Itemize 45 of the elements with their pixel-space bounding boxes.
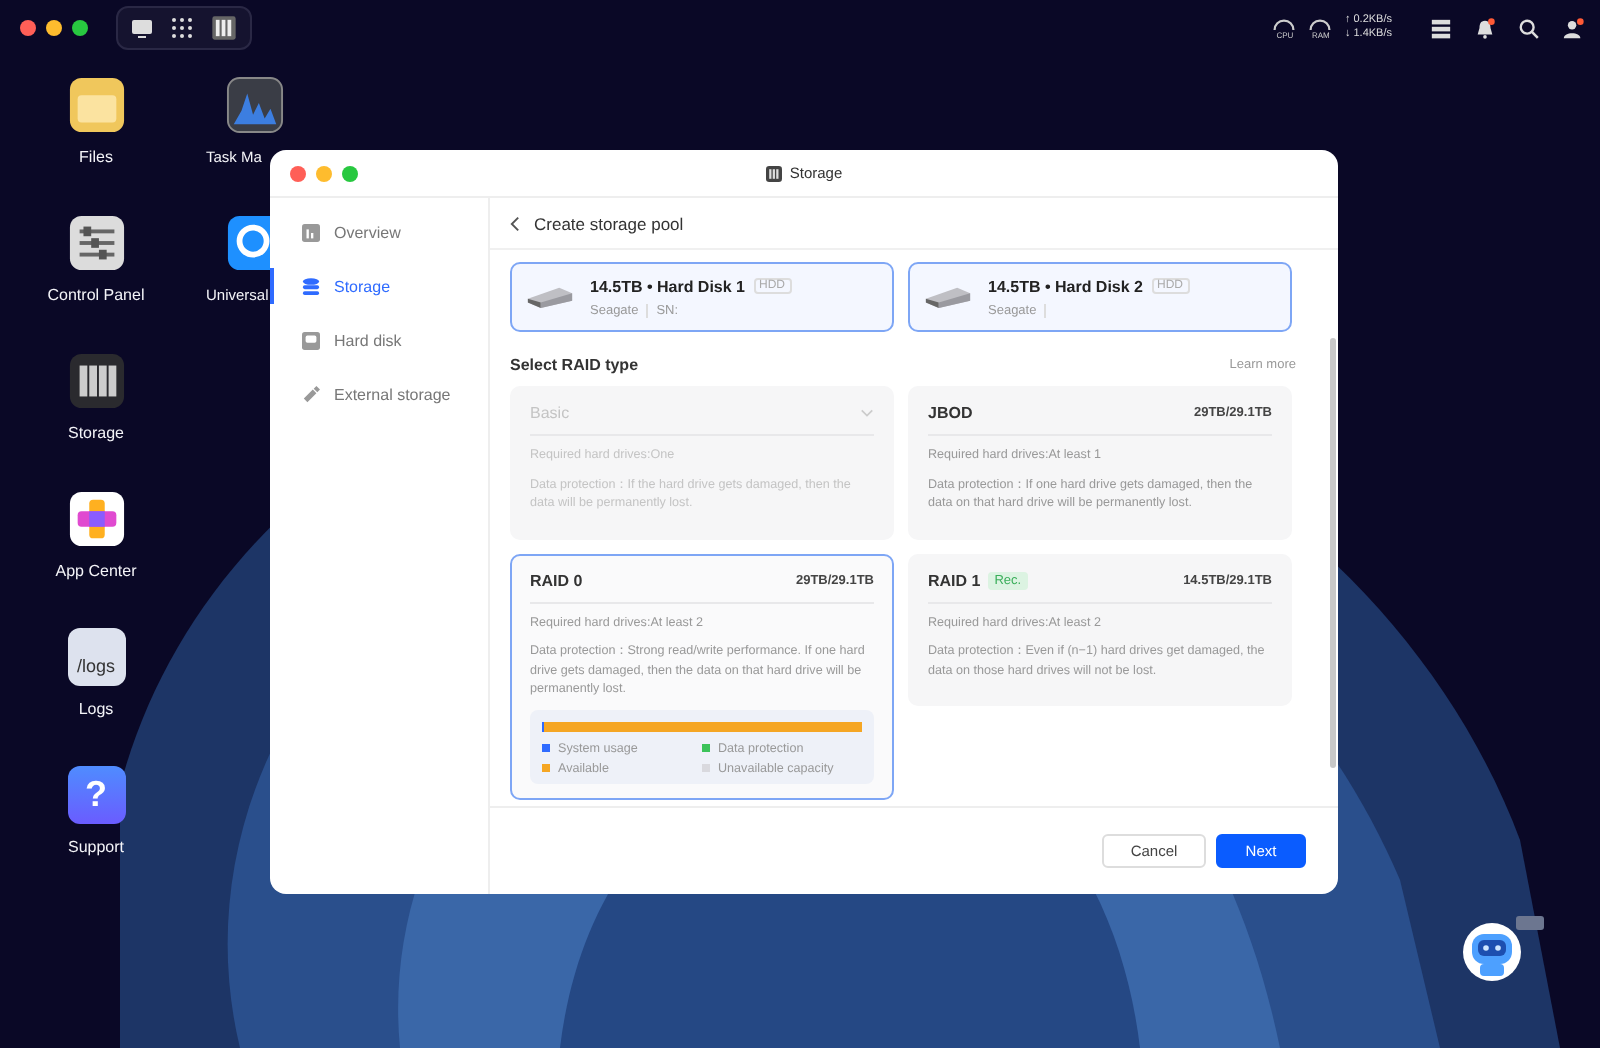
- app-label[interactable]: Logs: [78, 700, 114, 718]
- minimize-button[interactable]: [46, 20, 62, 36]
- raid-name: RAID 0: [530, 571, 583, 589]
- activity-chart-icon[interactable]: [226, 76, 284, 134]
- page-title: Create storage pool: [534, 213, 684, 233]
- app-center-icon[interactable]: [67, 490, 125, 548]
- help-icon[interactable]: ?: [67, 766, 125, 824]
- app-label[interactable]: Support: [67, 838, 125, 856]
- search-icon[interactable]: [1518, 17, 1540, 39]
- section-title: Select RAID type: [510, 356, 639, 374]
- raid-name: JBOD: [928, 404, 973, 422]
- sidebar-item[interactable]: Overview: [270, 214, 488, 250]
- disk-name: 14.5TB • Hard Disk 2: [988, 277, 1143, 295]
- app-label[interactable]: App Center: [55, 562, 137, 580]
- sidebar-item[interactable]: External storage: [270, 376, 488, 412]
- hard-drive-icon: [924, 284, 972, 310]
- sidebar-item[interactable]: Storage: [270, 268, 488, 304]
- disk-name: 14.5TB • Hard Disk 1: [590, 277, 745, 295]
- close-button[interactable]: [20, 20, 36, 36]
- assistant-robot-icon[interactable]: [1460, 916, 1548, 984]
- sliders-icon[interactable]: [67, 214, 125, 272]
- usb-drive-icon: [302, 385, 320, 403]
- chart-icon: [302, 223, 320, 241]
- app-label[interactable]: Control Panel: [47, 286, 145, 304]
- desktop-icon[interactable]: [130, 16, 154, 40]
- back-icon[interactable]: [510, 215, 520, 231]
- folder-icon[interactable]: [67, 76, 125, 134]
- storage-icon[interactable]: [210, 14, 238, 42]
- app-label[interactable]: Storage: [67, 424, 125, 442]
- close-button[interactable]: [290, 165, 306, 181]
- raid-name: RAID 1: [928, 571, 981, 589]
- logs-icon[interactable]: /logs: [67, 628, 125, 686]
- server-icon[interactable]: [1430, 17, 1452, 39]
- maximize-button[interactable]: [72, 20, 88, 36]
- caret-icon: [860, 408, 874, 418]
- scrollbar[interactable]: [1330, 338, 1336, 768]
- database-icon: [302, 277, 320, 295]
- user-icon[interactable]: [1562, 17, 1584, 39]
- bell-icon[interactable]: [1474, 17, 1496, 39]
- sidebar-item[interactable]: Hard disk: [270, 322, 488, 358]
- drive-bays-icon[interactable]: [67, 352, 125, 410]
- storage-icon: [765, 165, 782, 181]
- hard-drive-icon: [526, 284, 574, 310]
- app-label[interactable]: Files: [79, 148, 113, 166]
- app-grid-icon[interactable]: [170, 16, 194, 40]
